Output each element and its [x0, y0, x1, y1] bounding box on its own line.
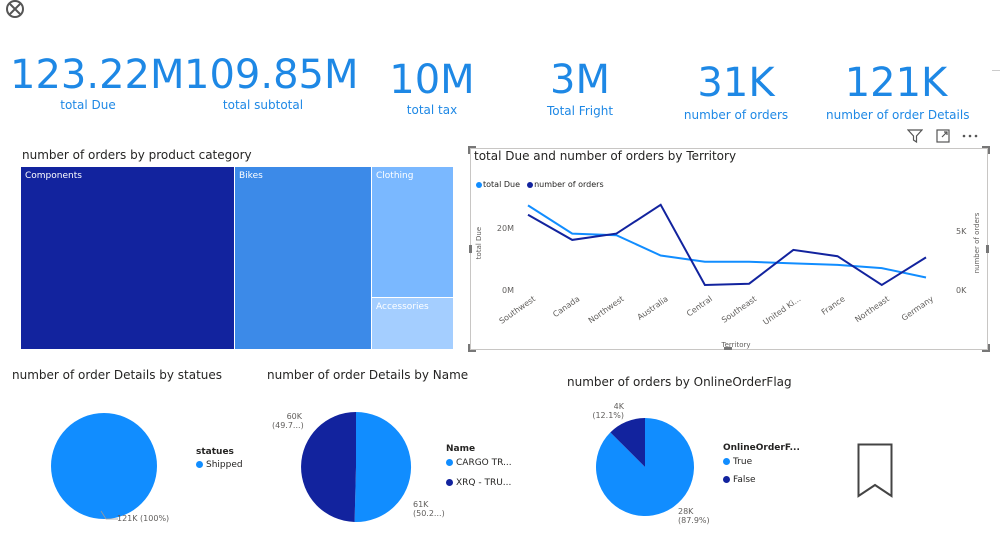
x-tick-label: Southwest: [498, 294, 538, 325]
pie-data-label-value: 60K: [286, 412, 302, 421]
kpi-label: total subtotal: [222, 98, 304, 112]
legend-title: statues: [196, 447, 234, 457]
legend-label: False: [733, 475, 756, 485]
pie-data-label: 61K (50.2...): [413, 500, 445, 518]
line-series-number-of-orders[interactable]: [527, 203, 927, 287]
x-tick-label: Northwest: [587, 294, 626, 325]
kpi-label: number of orders: [683, 108, 789, 122]
pie-name-chart: [301, 411, 412, 522]
treemap-cell-components[interactable]: Components: [20, 166, 235, 350]
kpi-value: 10M: [389, 57, 475, 103]
legend-item-true[interactable]: True: [723, 457, 800, 467]
y-axis-title-right: number of orders: [973, 212, 981, 273]
pie-data-label: 4K (12.1%): [590, 402, 624, 420]
pie-slice-xrq[interactable]: [301, 412, 356, 522]
y-tick-right: 5K: [956, 227, 967, 236]
pie-name-title: number of order Details by Name: [267, 368, 469, 382]
treemap-label: Accessories: [376, 302, 429, 312]
treemap-chart: Components Bikes Clothing Accessories: [20, 166, 454, 350]
treemap-cell-accessories[interactable]: Accessories: [371, 297, 454, 350]
legend-label: CARGO TR...: [456, 458, 512, 468]
pie-name-legend: Name CARGO TR... XRQ - TRU...: [446, 444, 512, 488]
pie-online-legend: OnlineOrderF... True False: [723, 443, 800, 485]
x-tick-label: Northeast: [853, 294, 891, 324]
y-tick-right: 0K: [956, 286, 967, 295]
legend-dot-icon: [196, 461, 203, 468]
pie-online-title: number of orders by OnlineOrderFlag: [567, 375, 792, 389]
kpi-label: number of order Details: [826, 108, 970, 122]
treemap-label: Components: [25, 171, 82, 181]
x-axis-title: Territory: [720, 341, 750, 349]
filter-icon[interactable]: [906, 128, 924, 148]
x-tick-label: Southeast: [720, 294, 758, 325]
treemap-cell-clothing[interactable]: Clothing: [371, 166, 454, 298]
treemap-cell-bikes[interactable]: Bikes: [234, 166, 372, 350]
pie-slice-shipped[interactable]: [51, 413, 157, 519]
pie-data-label-value: 28K: [678, 507, 694, 516]
kpi-label: Total Fright: [546, 104, 614, 118]
x-tick-label: Central: [685, 294, 714, 318]
legend-label: True: [733, 457, 753, 467]
kpi-value: 3M: [550, 57, 610, 103]
y-tick-left: 20M: [497, 224, 514, 233]
pie-data-label-percent: (49.7...): [272, 421, 304, 430]
pie-data-label-percent: (87.9%): [678, 516, 710, 525]
legend-dot-icon: [446, 459, 453, 466]
kpi-value: 31K: [697, 60, 775, 106]
legend-title: OnlineOrderF...: [723, 443, 800, 453]
legend-dot-icon: [446, 479, 453, 486]
legend-label: Shipped: [206, 460, 243, 470]
treemap-label: Bikes: [239, 171, 263, 181]
app-logo-icon[interactable]: [4, 0, 28, 20]
kpi-label: total tax: [406, 103, 458, 117]
scroll-edge: [992, 70, 1000, 71]
legend-item-false[interactable]: False: [723, 475, 800, 485]
legend-label: XRQ - TRU...: [456, 478, 512, 488]
kpi-value: 121K: [844, 60, 948, 106]
treemap-label: Clothing: [376, 171, 414, 181]
bookmark-icon[interactable]: [857, 443, 893, 503]
y-tick-left: 0M: [502, 286, 514, 295]
legend-dot-icon: [723, 476, 730, 483]
line-chart-svg: total Due number of orders 20M 0M 5K 0K …: [475, 203, 981, 349]
pie-data-label-value: 61K: [413, 500, 429, 509]
pie-data-label-percent: (50.2...): [413, 509, 445, 518]
x-tick-label: Canada: [551, 294, 581, 319]
kpi-value: 109.85M: [184, 52, 359, 98]
pie-data-label: 28K (87.9%): [678, 507, 710, 525]
legend-title: Name: [446, 444, 476, 454]
pie-status-title: number of order Details by statues: [12, 368, 223, 382]
x-tick-label: Australia: [636, 294, 670, 322]
kpi-label: total Due: [60, 98, 116, 112]
visual-header-toolbar: [905, 127, 985, 145]
pie-data-label: 121K (100%): [117, 514, 170, 523]
y-axis-title-left: total Due: [475, 227, 483, 259]
pie-data-label-value: 4K: [613, 402, 624, 411]
kpi-value: 123.22M: [10, 52, 185, 98]
focus-mode-icon[interactable]: [935, 128, 951, 148]
legend-dot-icon: [723, 458, 730, 465]
more-options-icon[interactable]: [961, 128, 979, 148]
x-tick-label: United Ki...: [761, 294, 802, 327]
line-series-total-due[interactable]: [527, 204, 927, 279]
pie-status-legend: statues Shipped: [196, 447, 243, 470]
legend-item-xrq[interactable]: XRQ - TRU...: [446, 478, 512, 488]
pie-data-label-percent: (12.1%): [592, 411, 624, 420]
legend-item-shipped[interactable]: Shipped: [196, 460, 243, 470]
legend-item-cargo[interactable]: CARGO TR...: [446, 458, 512, 468]
pie-status-chart: [51, 413, 157, 519]
treemap-title: number of orders by product category: [22, 148, 252, 162]
x-tick-label: Germany: [900, 294, 935, 323]
pie-online-chart: [595, 418, 694, 516]
pie-slice-cargo[interactable]: [354, 411, 412, 522]
pie-data-label: 60K (49.7...): [272, 412, 304, 430]
x-tick-label: France: [820, 294, 847, 317]
